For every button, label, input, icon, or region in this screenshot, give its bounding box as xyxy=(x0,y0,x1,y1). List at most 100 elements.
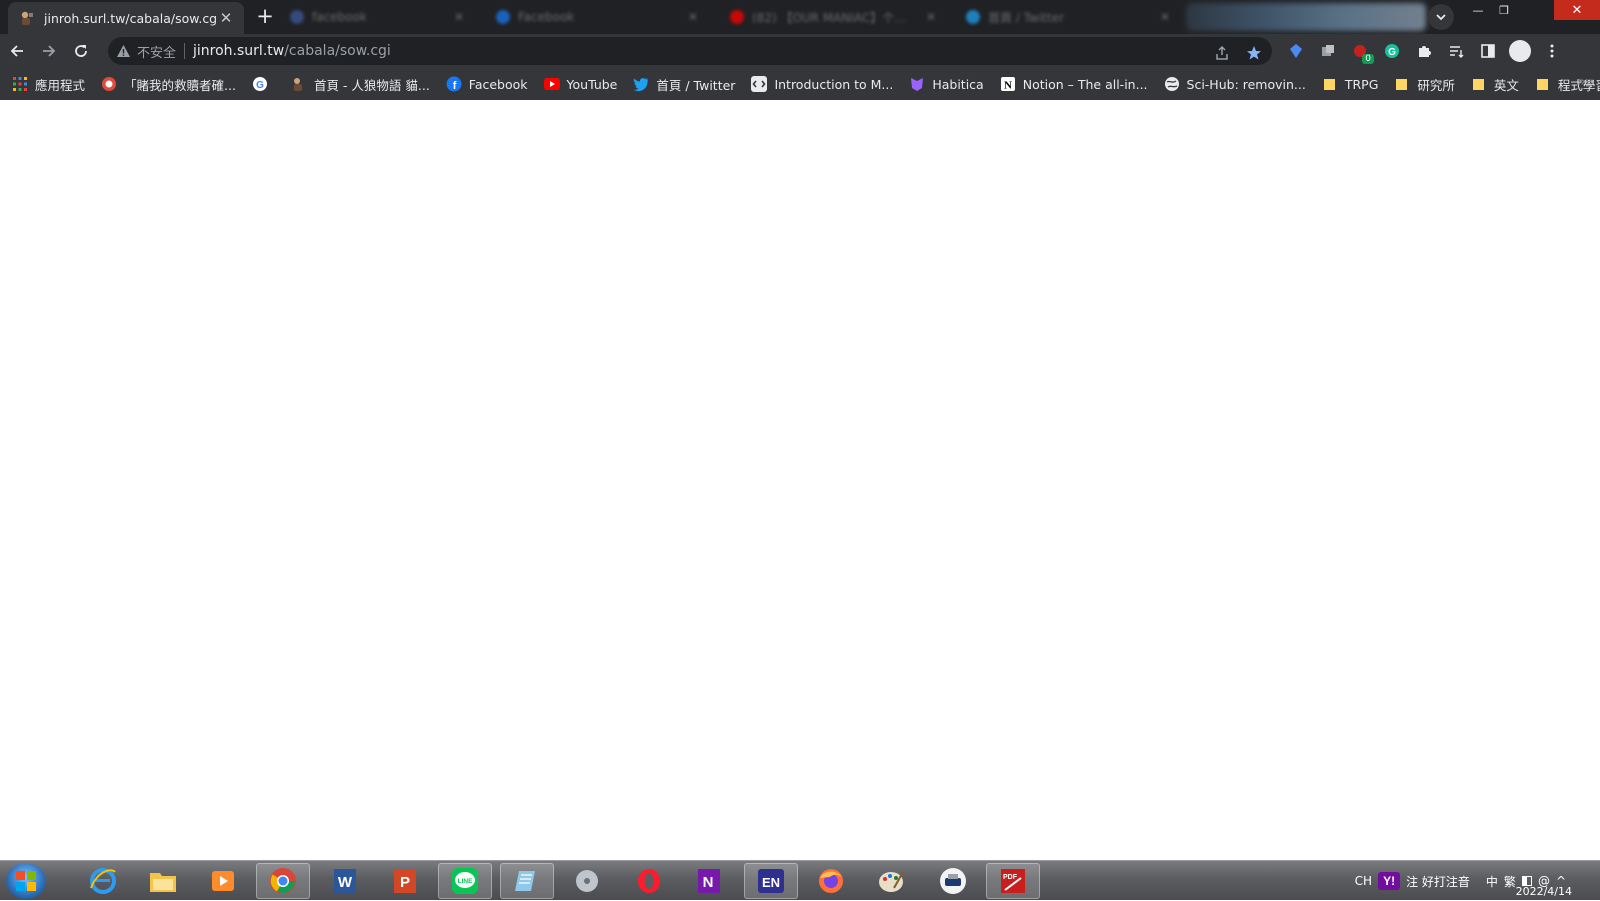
taskbar-ie[interactable] xyxy=(76,863,130,899)
taskbar-opera[interactable] xyxy=(622,863,676,899)
taskbar-powerpoint[interactable]: P xyxy=(378,863,432,899)
media-player-icon xyxy=(212,871,234,891)
taskbar-explorer[interactable] xyxy=(136,863,190,899)
warning-triangle-icon xyxy=(117,45,130,57)
side-panel-button[interactable] xyxy=(1476,39,1500,63)
ime-name[interactable]: 注 好打注音 xyxy=(1406,873,1470,890)
twitter-favicon-icon xyxy=(966,10,980,24)
facebook-favicon-icon xyxy=(290,10,304,24)
taskbar-disc[interactable] xyxy=(560,863,614,899)
reload-button[interactable] xyxy=(66,36,96,66)
bookmark-label: YouTube xyxy=(566,76,618,92)
bookmark-folder[interactable]: 研究所 xyxy=(1394,75,1455,94)
yahoo-ime-icon[interactable]: Y! xyxy=(1378,872,1401,890)
taskbar-word[interactable]: W xyxy=(318,863,372,899)
bookmark-item[interactable]: Introduction to M... xyxy=(751,76,893,92)
tab-background-2[interactable]: Facebook ✕ xyxy=(488,4,706,30)
bookmark-folder[interactable]: 程式學習 xyxy=(1535,75,1600,94)
bookmark-google[interactable]: G xyxy=(252,76,275,92)
bookmark-habitica[interactable]: Habitica xyxy=(909,76,984,92)
bookmark-twitter[interactable]: 首頁 / Twitter xyxy=(633,75,735,94)
bookmarks-bar: 應用程式 「賭我的救贖者確... G 首頁 - 人狼物語 貓... f Face… xyxy=(0,68,1600,100)
tab-background-4[interactable]: 首頁 / Twitter ✕ xyxy=(958,4,1178,30)
close-window-button[interactable]: ✕ xyxy=(1554,0,1600,20)
windows-taskbar: W P LINE N EN PDF CH Y! 注 好打注音 中 繁 @ ^ 2… xyxy=(0,860,1600,900)
tab-close-icon[interactable]: ✕ xyxy=(926,10,936,24)
tab-active[interactable]: jinroh.surl.tw/cabala/sow.cgi ✕ xyxy=(8,2,244,34)
clock-date[interactable]: 2022/4/14 xyxy=(1516,885,1572,898)
address-bar[interactable]: 不安全 jinroh.surl.tw /cabala/sow.cgi xyxy=(108,37,1272,65)
taskbar-paint[interactable] xyxy=(864,863,918,899)
firefox-icon xyxy=(819,869,843,893)
taskbar-firefox[interactable] xyxy=(804,863,858,899)
bookmark-folder[interactable]: TRPG xyxy=(1322,76,1378,92)
extension-badge-button[interactable]: 0 xyxy=(1348,39,1374,64)
taskbar-onenote[interactable]: N xyxy=(682,863,736,899)
share-icon xyxy=(1216,45,1228,60)
tab-title: Facebook xyxy=(518,10,575,24)
taskbar-chrome[interactable] xyxy=(256,863,310,899)
taskbar-pdf[interactable]: PDF xyxy=(986,863,1040,899)
bookmark-folder[interactable]: 英文 xyxy=(1471,75,1519,94)
taskbar-printer[interactable] xyxy=(926,863,980,899)
bookmark-label: Facebook xyxy=(468,76,528,92)
minimize-button[interactable]: — xyxy=(1466,0,1490,20)
puzzle-grey-icon xyxy=(1322,45,1334,56)
bookmark-label: Habitica xyxy=(932,76,984,92)
reload-icon xyxy=(75,45,87,57)
notion-icon: N xyxy=(1000,76,1016,92)
share-button[interactable] xyxy=(1210,41,1234,65)
avatar xyxy=(1509,40,1531,62)
bookmark-apps[interactable]: 應用程式 xyxy=(12,75,85,94)
extension-badge-count: 0 xyxy=(1362,54,1374,64)
bookmark-item[interactable]: Sci-Hub: removin... xyxy=(1164,76,1306,92)
bookmark-youtube[interactable]: YouTube xyxy=(543,76,618,92)
ime-mode-chinese[interactable]: 中 xyxy=(1486,873,1498,890)
bookmark-label: 首頁 - 人狼物語 貓... xyxy=(313,77,430,93)
tab-close-icon[interactable]: ✕ xyxy=(454,10,464,24)
divider xyxy=(184,43,186,59)
en-letter: EN xyxy=(762,875,780,890)
blurred-background xyxy=(1186,3,1426,31)
svg-text:N: N xyxy=(1004,80,1012,92)
ime-mode-traditional[interactable]: 繁 xyxy=(1504,873,1516,890)
start-button[interactable] xyxy=(6,863,46,899)
bookmarks-overflow-icon[interactable]: » xyxy=(1577,74,1586,90)
browser-menu-button[interactable] xyxy=(1540,39,1564,63)
forward-button[interactable] xyxy=(34,36,64,66)
tab-title: (82) 【OUR MANIAC】个... xyxy=(752,10,906,25)
extension-grey-button[interactable] xyxy=(1316,39,1340,63)
tab-background-1[interactable]: facebook ✕ xyxy=(282,4,472,30)
tab-close-icon[interactable]: ✕ xyxy=(688,10,698,24)
blue-gem-icon xyxy=(1290,44,1302,58)
input-language[interactable]: CH xyxy=(1355,874,1372,888)
grammarly-button[interactable]: G xyxy=(1380,39,1404,63)
taskbar-en-dictionary[interactable]: EN xyxy=(744,863,798,899)
bookmark-item[interactable]: 首頁 - 人狼物語 貓... xyxy=(291,75,430,94)
maximize-button[interactable]: ❐ xyxy=(1492,0,1516,20)
bookmark-facebook[interactable]: f Facebook xyxy=(446,76,528,92)
bookmark-star-button[interactable] xyxy=(1242,41,1266,65)
extensions-area: 0 G xyxy=(1284,39,1564,64)
bookmark-notion[interactable]: N Notion – The all-in... xyxy=(1000,76,1148,92)
extensions-menu-button[interactable] xyxy=(1412,39,1436,63)
chrome-icon xyxy=(270,868,296,894)
star-icon xyxy=(1247,46,1261,60)
back-button[interactable] xyxy=(2,36,32,66)
new-tab-button[interactable]: + xyxy=(252,4,278,30)
tab-search-button[interactable] xyxy=(1428,4,1454,30)
security-label[interactable]: 不安全 xyxy=(137,42,176,61)
reading-list-button[interactable] xyxy=(1444,39,1468,63)
extension-blue-button[interactable] xyxy=(1284,39,1308,63)
taskbar-media-player[interactable] xyxy=(196,863,250,899)
bookmark-item[interactable]: 「賭我的救贖者確... xyxy=(101,75,236,94)
tab-close-icon[interactable]: ✕ xyxy=(218,9,234,27)
arrow-left-icon xyxy=(10,45,23,57)
taskbar-notepad[interactable] xyxy=(500,863,554,899)
tab-background-3[interactable]: (82) 【OUR MANIAC】个... ✕ xyxy=(722,4,944,30)
facebook-favicon-icon xyxy=(496,10,510,24)
pdf-letter: PDF xyxy=(1003,874,1018,881)
tab-close-icon[interactable]: ✕ xyxy=(1160,10,1170,24)
profile-button[interactable] xyxy=(1508,39,1532,63)
taskbar-line[interactable]: LINE xyxy=(438,863,492,899)
